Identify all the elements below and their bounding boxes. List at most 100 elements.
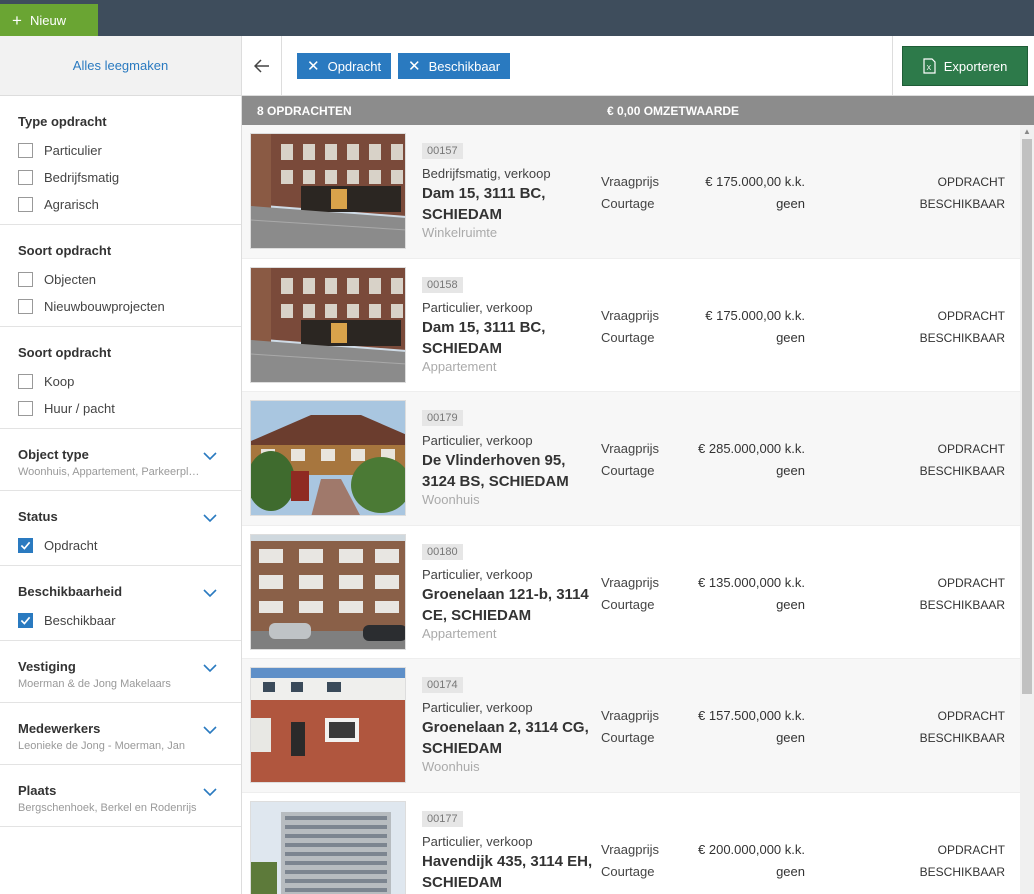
filter-option-label: Agrarisch: [44, 197, 99, 212]
new-button[interactable]: + Nieuw: [0, 4, 98, 36]
filter-chip-opdracht[interactable]: ✕ Opdracht: [297, 53, 392, 79]
listing-kind: Particulier, verkoop: [422, 566, 533, 582]
scrollbar[interactable]: ▲: [1020, 125, 1034, 894]
chevron-down-icon[interactable]: [203, 725, 217, 735]
filter-section: Object type Woonhuis, Appartement, Parkee…: [0, 429, 241, 491]
top-bar: + Nieuw: [0, 0, 1034, 36]
checkbox[interactable]: [18, 143, 33, 158]
checkbox[interactable]: [18, 197, 33, 212]
chevron-down-icon[interactable]: [203, 451, 217, 461]
asking-price-label: Vraagprijs: [601, 841, 660, 857]
listing-address[interactable]: Groenelaan 121-b, 3114 CE, SCHIEDAM: [422, 584, 597, 626]
filter-section-summary: Bergschenhoek, Berkel en Rodenrijs: [18, 802, 197, 814]
filter-section-summary: Leonieke de Jong - Moerman, Jan: [18, 740, 185, 752]
export-button[interactable]: X Exporteren: [902, 46, 1028, 86]
checkbox[interactable]: [18, 613, 33, 628]
checkbox[interactable]: [18, 170, 33, 185]
checkbox[interactable]: [18, 538, 33, 553]
listing-row[interactable]: 00179 Particulier, verkoop De Vlinderhov…: [242, 392, 1020, 526]
asking-price-value: € 200.000,000 k.k.: [698, 841, 805, 857]
export-button-label: Exporteren: [943, 58, 1008, 74]
filter-option-label: Opdracht: [44, 538, 98, 553]
listing-row[interactable]: 00158 Particulier, verkoop Dam 15, 3111 …: [242, 258, 1020, 392]
filter-option[interactable]: Koop: [18, 368, 241, 395]
listing-kind: Particulier, verkoop: [422, 433, 533, 448]
filter-section-title: Type opdracht: [18, 114, 107, 129]
listing-id-badge: 00177: [422, 810, 463, 827]
scroll-thumb[interactable]: [1022, 139, 1032, 694]
asking-price-label: Vraagprijs: [601, 708, 660, 723]
filter-option[interactable]: Agrarisch: [18, 191, 241, 218]
result-count: 8 OPDRACHTEN: [257, 104, 352, 118]
property-photo[interactable]: [250, 266, 406, 383]
commission-label: Courtage: [601, 463, 655, 478]
summary-bar: 8 OPDRACHTEN € 0,00 OMZETWAARDE: [242, 96, 1034, 125]
filter-option[interactable]: Beschikbaar: [18, 607, 241, 634]
sidebar-header: Alles leegmaken: [0, 36, 241, 96]
filter-chip-label: Beschikbaar: [428, 58, 501, 74]
listing-availability: BESCHIKBAAR: [919, 864, 1005, 879]
filter-option[interactable]: Particulier: [18, 137, 241, 164]
listing-address[interactable]: Dam 15, 3111 BC, SCHIEDAM: [422, 317, 597, 359]
listing-status: OPDRACHT: [937, 842, 1005, 857]
filter-option[interactable]: Huur / pacht: [18, 395, 241, 422]
listing-status: OPDRACHT: [937, 575, 1005, 590]
checkbox[interactable]: [18, 374, 33, 389]
listing-row[interactable]: 00177 Particulier, verkoop Havendijk 435…: [242, 792, 1020, 894]
listing-address[interactable]: De Vlinderhoven 95, 3124 BS, SCHIEDAM: [422, 450, 597, 492]
arrow-left-icon: [253, 59, 269, 73]
asking-price-label: Vraagprijs: [601, 441, 660, 456]
listing-address[interactable]: Groenelaan 2, 3114 CG, SCHIEDAM: [422, 717, 597, 759]
commission-label: Courtage: [601, 329, 655, 345]
commission-value: geen: [776, 863, 805, 879]
filter-option-label: Beschikbaar: [44, 613, 116, 628]
chevron-down-icon[interactable]: [203, 588, 217, 598]
listing-property-type: Woonhuis: [422, 492, 480, 507]
filter-option-label: Huur / pacht: [44, 401, 115, 416]
filter-option[interactable]: Bedrijfsmatig: [18, 164, 241, 191]
filter-chip-label: Opdracht: [327, 58, 382, 74]
commission-value: geen: [776, 730, 805, 745]
filter-option[interactable]: Nieuwbouwprojecten: [18, 293, 241, 320]
commission-label: Courtage: [601, 730, 655, 745]
close-icon[interactable]: ✕: [408, 59, 421, 74]
svg-text:X: X: [926, 65, 931, 72]
filter-section-summary: Moerman & de Jong Makelaars: [18, 678, 171, 690]
listing-row[interactable]: 00180 Particulier, verkoop Groenelaan 12…: [242, 525, 1020, 659]
filter-section: Beschikbaarheid Beschikbaar: [0, 566, 241, 641]
property-photo[interactable]: [250, 133, 406, 249]
asking-price-label: Vraagprijs: [601, 174, 660, 189]
property-photo[interactable]: [250, 800, 406, 894]
scroll-up-icon[interactable]: ▲: [1023, 127, 1031, 136]
commission-value: geen: [776, 329, 805, 345]
close-icon[interactable]: ✕: [307, 59, 320, 74]
checkbox[interactable]: [18, 299, 33, 314]
back-button[interactable]: [242, 36, 282, 96]
listing-row[interactable]: 00174 Particulier, verkoop Groenelaan 2,…: [242, 659, 1020, 793]
filter-section-summary: Woonhuis, Appartement, Parkeerplaats: [18, 466, 200, 478]
listing-row[interactable]: 00157 Bedrijfsmatig, verkoop Dam 15, 311…: [242, 125, 1020, 259]
clear-all-link[interactable]: Alles leegmaken: [73, 58, 168, 73]
listing-address[interactable]: Dam 15, 3111 BC, SCHIEDAM: [422, 183, 597, 225]
property-photo[interactable]: [250, 533, 406, 650]
filter-option-label: Nieuwbouwprojecten: [44, 299, 165, 314]
listing-address[interactable]: Havendijk 435, 3114 EH, SCHIEDAM: [422, 851, 597, 893]
listing-status: OPDRACHT: [937, 308, 1005, 323]
filter-option[interactable]: Opdracht: [18, 532, 241, 559]
chevron-down-icon[interactable]: [203, 787, 217, 797]
toolbar: ✕ Opdracht ✕ Beschikbaar X Exporteren: [242, 36, 1034, 96]
excel-file-icon: X: [923, 58, 936, 74]
chevron-down-icon[interactable]: [203, 663, 217, 673]
checkbox[interactable]: [18, 401, 33, 416]
property-photo[interactable]: [250, 667, 406, 783]
listing-property-type: Appartement: [422, 358, 497, 374]
chevron-down-icon[interactable]: [203, 513, 217, 523]
property-photo[interactable]: [250, 400, 406, 516]
filter-sidebar: Alles leegmaken Type opdracht Particulie…: [0, 36, 242, 894]
filter-option[interactable]: Objecten: [18, 266, 241, 293]
listing-availability: BESCHIKBAAR: [919, 731, 1005, 745]
commission-label: Courtage: [601, 596, 655, 612]
filter-chip-beschikbaar[interactable]: ✕ Beschikbaar: [398, 53, 511, 79]
checkbox[interactable]: [18, 272, 33, 287]
asking-price-value: € 285.000,000 k.k.: [698, 441, 805, 456]
